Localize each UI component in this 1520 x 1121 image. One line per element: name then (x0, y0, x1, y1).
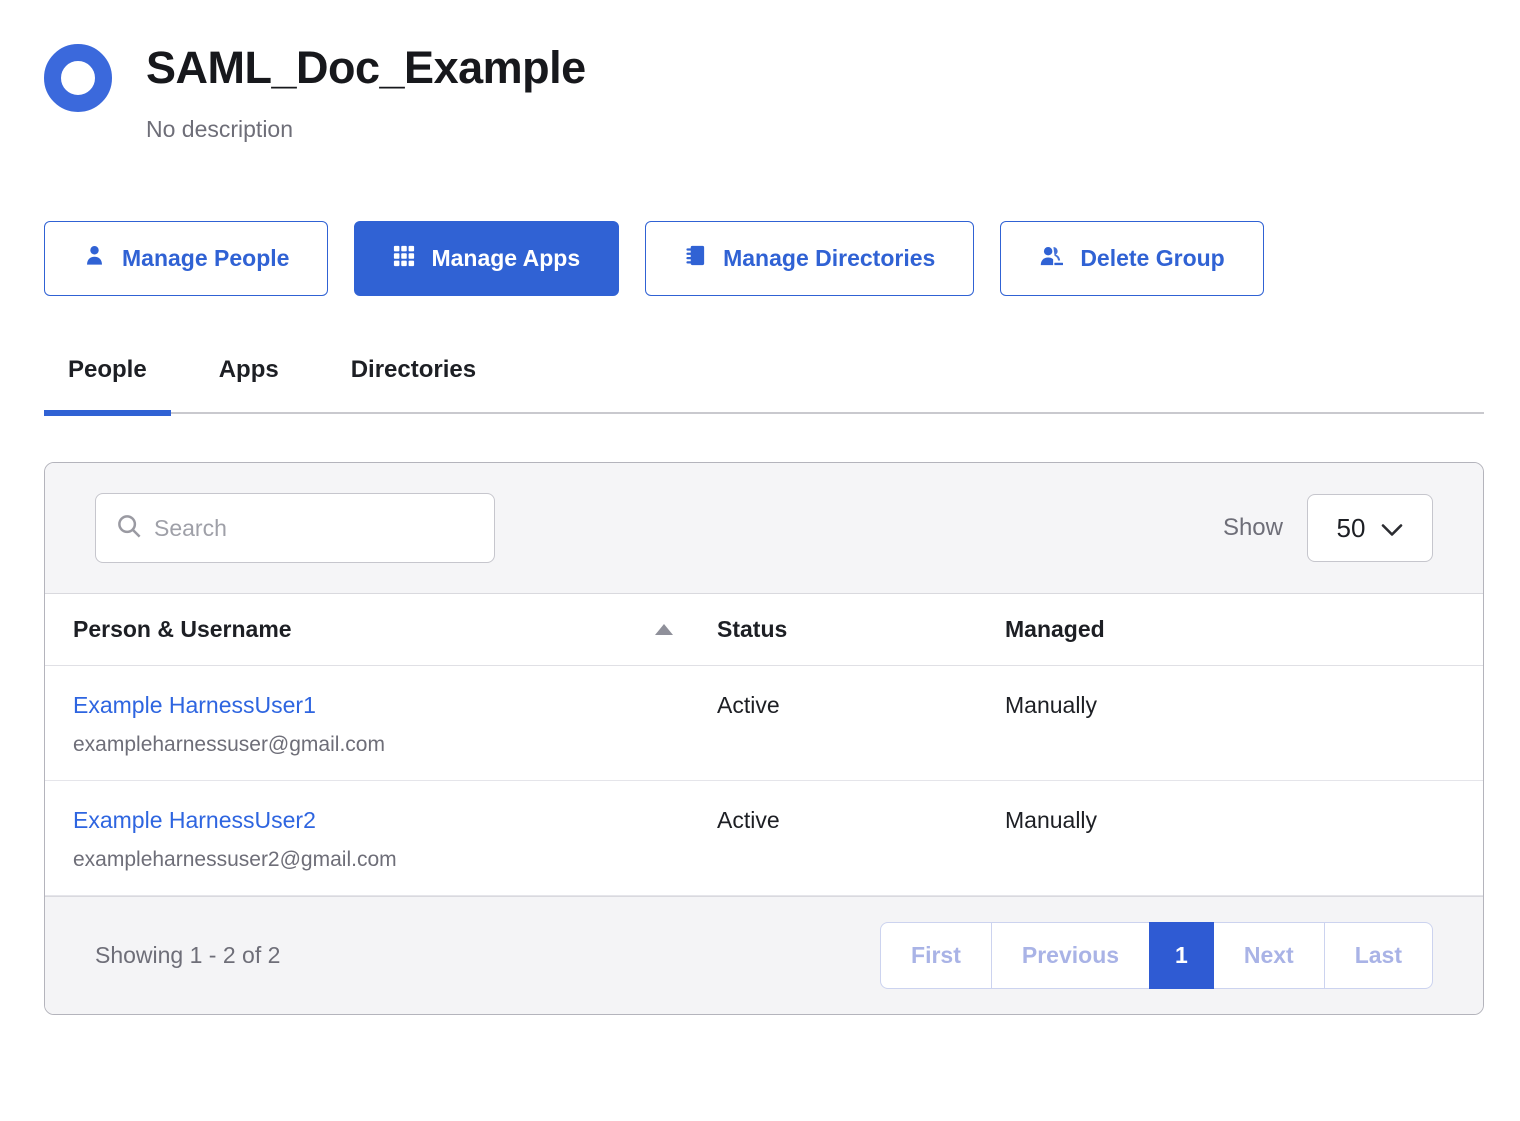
remove-person-icon (1039, 244, 1064, 273)
person-username: exampleharnessuser2@gmail.com (73, 848, 717, 872)
directory-book-icon (684, 244, 707, 273)
table-toolbar: Show 50 (45, 463, 1483, 594)
people-table-card: Show 50 Person & Username Status Managed (44, 462, 1484, 1015)
header-text: SAML_Doc_Example No description (146, 40, 586, 143)
column-header-status: Status (717, 616, 1005, 643)
person-link[interactable]: Example HarnessUser2 (73, 807, 316, 834)
results-summary: Showing 1 - 2 of 2 (95, 942, 280, 969)
pagination-next-button[interactable]: Next (1213, 922, 1325, 989)
action-button-row: Manage People Manage Apps Manage Directo… (44, 221, 1484, 296)
column-person-label: Person & Username (73, 616, 292, 643)
person-icon (83, 244, 106, 273)
pagination-page-1-button[interactable]: 1 (1149, 922, 1214, 989)
manage-people-label: Manage People (122, 245, 289, 272)
status-cell: Active (717, 692, 1005, 780)
search-input[interactable] (154, 515, 476, 542)
group-description: No description (146, 116, 586, 143)
managed-cell: Manually (1005, 807, 1483, 895)
tab-directories[interactable]: Directories (327, 356, 500, 412)
tab-people[interactable]: People (44, 356, 171, 412)
column-header-managed: Managed (1005, 616, 1483, 643)
sort-ascending-icon (655, 624, 673, 635)
grid-icon (393, 245, 415, 273)
show-label: Show (1223, 514, 1283, 542)
managed-cell: Manually (1005, 692, 1483, 780)
page-size-value: 50 (1337, 513, 1366, 544)
page-size-select[interactable]: 50 (1307, 494, 1433, 562)
manage-directories-button[interactable]: Manage Directories (645, 221, 974, 296)
chevron-down-icon (1381, 513, 1403, 544)
table-row: Example HarnessUser1 exampleharnessuser@… (45, 666, 1483, 781)
page-size-control: Show 50 (1223, 494, 1433, 562)
tab-apps[interactable]: Apps (195, 356, 303, 412)
manage-people-button[interactable]: Manage People (44, 221, 328, 296)
pagination: First Previous 1 Next Last (880, 922, 1433, 989)
person-username: exampleharnessuser@gmail.com (73, 733, 717, 757)
pagination-last-button[interactable]: Last (1324, 922, 1433, 989)
person-link[interactable]: Example HarnessUser1 (73, 692, 316, 719)
tab-bar: People Apps Directories (44, 356, 1484, 414)
table-header-row: Person & Username Status Managed (45, 594, 1483, 666)
manage-directories-label: Manage Directories (723, 245, 935, 272)
pagination-previous-button[interactable]: Previous (991, 922, 1150, 989)
group-ring-icon (44, 44, 112, 112)
table-row: Example HarnessUser2 exampleharnessuser2… (45, 781, 1483, 896)
manage-apps-button[interactable]: Manage Apps (354, 221, 619, 296)
table-footer: Showing 1 - 2 of 2 First Previous 1 Next… (45, 896, 1483, 1014)
person-cell: Example HarnessUser2 exampleharnessuser2… (73, 807, 717, 895)
manage-apps-label: Manage Apps (431, 245, 580, 272)
person-cell: Example HarnessUser1 exampleharnessuser@… (73, 692, 717, 780)
column-header-person[interactable]: Person & Username (73, 616, 717, 643)
page-title: SAML_Doc_Example (146, 40, 586, 96)
delete-group-label: Delete Group (1080, 245, 1224, 272)
delete-group-button[interactable]: Delete Group (1000, 221, 1263, 296)
pagination-first-button[interactable]: First (880, 922, 992, 989)
page-header: SAML_Doc_Example No description (44, 40, 1484, 143)
search-box[interactable] (95, 493, 495, 563)
group-detail-page: SAML_Doc_Example No description Manage P… (0, 0, 1520, 1015)
search-icon (114, 511, 144, 546)
status-cell: Active (717, 807, 1005, 895)
